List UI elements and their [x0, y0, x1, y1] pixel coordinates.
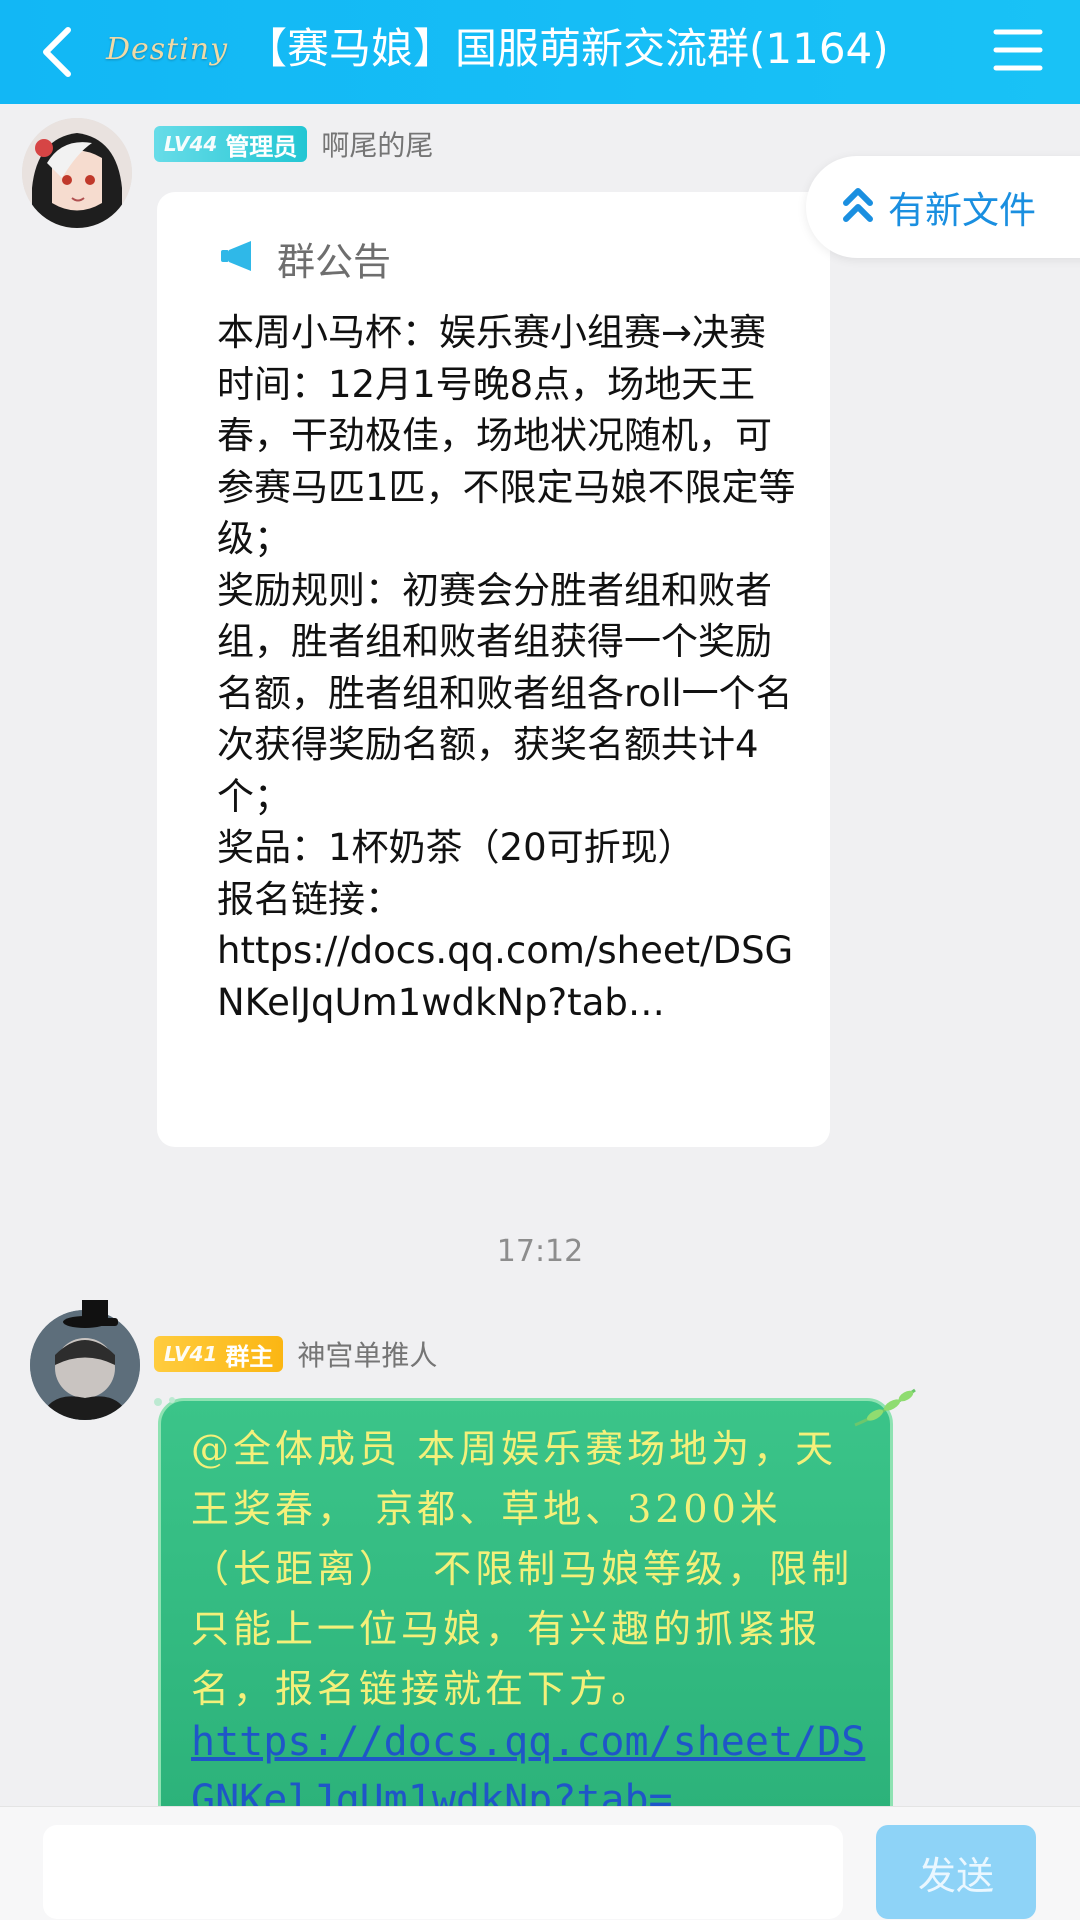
message-link[interactable]: https://docs.qq.com/sheet/DSGNKelJqUm1wd… — [191, 1713, 871, 1815]
chat-header: Destiny 【赛马娘】国服萌新交流群(1164) — [0, 0, 1080, 104]
message-input[interactable] — [43, 1825, 843, 1919]
avatar[interactable] — [22, 118, 132, 228]
timestamp: 17:12 — [496, 1234, 584, 1269]
new-file-button[interactable]: 有新文件 — [806, 156, 1080, 258]
announcement-body: 本周小马杯：娱乐赛小组赛→决赛 时间：12月1号晚8点，场地天王春，干劲极佳，场… — [217, 311, 796, 1024]
announcement-header: 群公告 — [219, 228, 391, 288]
send-button[interactable]: 发送 — [876, 1825, 1036, 1919]
member-badge: LV41 群主 — [154, 1336, 284, 1372]
announcement-card[interactable]: 群公告 本周小马杯：娱乐赛小组赛→决赛 时间：12月1号晚8点，场地天王春，干劲… — [157, 192, 830, 1147]
leaf-decoration-icon — [850, 1385, 920, 1434]
role-label: 群主 — [225, 1342, 274, 1371]
sender-row: LV41 群主 神宫单推人 — [154, 1334, 437, 1374]
level-label: LV44 — [164, 132, 218, 156]
megaphone-icon — [219, 239, 259, 277]
hat-icon — [70, 1300, 120, 1334]
double-chevron-up-icon — [842, 185, 874, 229]
level-label: LV41 — [164, 1342, 218, 1366]
new-file-label: 有新文件 — [888, 189, 1036, 232]
input-bar: 发送 — [0, 1806, 1080, 1920]
role-label: 管理员 — [225, 132, 298, 161]
back-icon[interactable] — [30, 22, 90, 82]
group-logo[interactable]: Destiny — [106, 20, 227, 78]
leaf-decoration-icon — [150, 1392, 190, 1416]
sender-name[interactable]: 神宫单推人 — [297, 1334, 437, 1374]
announcement-heading: 群公告 — [277, 239, 392, 284]
member-badge: LV44 管理员 — [154, 126, 308, 162]
message-text: @全体成员 本周娱乐赛场地为，天王奖春， 京都、草地、3200米 （长距离） 不… — [191, 1427, 854, 1711]
message-bubble[interactable]: @全体成员 本周娱乐赛场地为，天王奖春， 京都、草地、3200米 （长距离） 不… — [158, 1398, 893, 1818]
chat-title[interactable]: 【赛马娘】国服萌新交流群(1164) — [245, 14, 935, 84]
menu-icon[interactable] — [988, 20, 1048, 80]
sender-row: LV44 管理员 啊尾的尾 — [154, 124, 433, 164]
sender-name[interactable]: 啊尾的尾 — [321, 124, 433, 164]
